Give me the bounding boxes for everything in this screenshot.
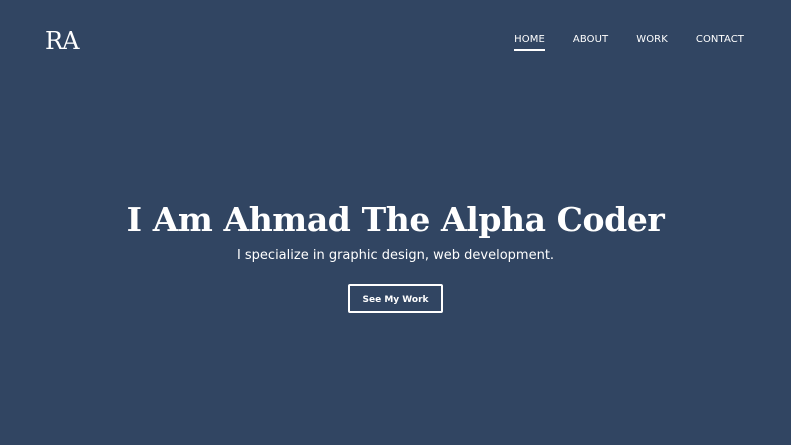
hero-section: I Am Ahmad The Alpha Coder I specialize … bbox=[0, 200, 791, 313]
hero-title: I Am Ahmad The Alpha Coder bbox=[126, 200, 665, 239]
nav-item-contact[interactable]: CONTACT bbox=[696, 33, 744, 51]
main-navigation: HOME ABOUT WORK CONTACT bbox=[514, 33, 744, 51]
site-logo[interactable]: RA bbox=[45, 27, 79, 55]
nav-item-home[interactable]: HOME bbox=[514, 33, 545, 51]
nav-item-work[interactable]: WORK bbox=[636, 33, 668, 51]
landing-page: RA HOME ABOUT WORK CONTACT I Am Ahmad Th… bbox=[0, 0, 791, 445]
see-my-work-button[interactable]: See My Work bbox=[348, 284, 443, 313]
nav-item-about[interactable]: ABOUT bbox=[573, 33, 608, 51]
hero-subtitle: I specialize in graphic design, web deve… bbox=[236, 248, 555, 263]
